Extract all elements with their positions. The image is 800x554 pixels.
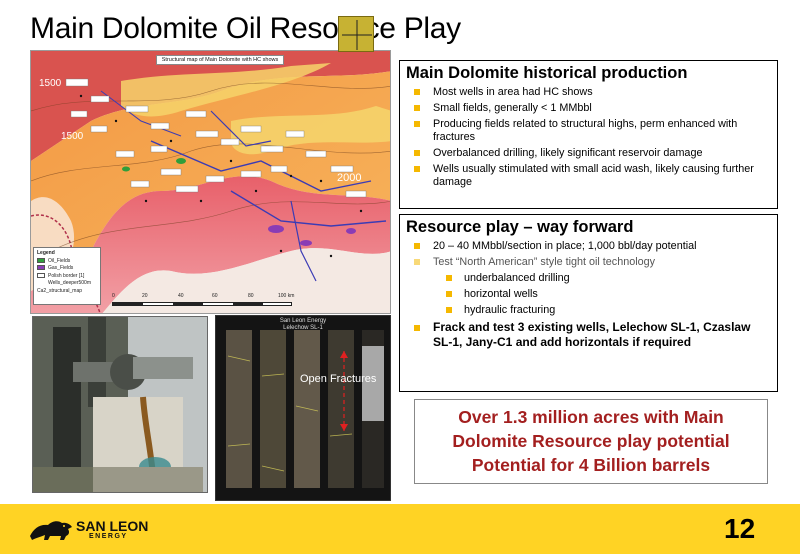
acreage-callout: Over 1.3 million acres with Main Dolomit… bbox=[414, 399, 768, 484]
border-swatch bbox=[37, 272, 45, 278]
scale-label: 20 bbox=[142, 293, 148, 299]
scale-bar-graphic bbox=[112, 302, 292, 306]
historical-production-box: Main Dolomite historical production Most… bbox=[399, 60, 778, 209]
way-forward-heading: Resource play – way forward bbox=[406, 218, 634, 236]
legend-label: Ca2_structural_map bbox=[37, 287, 83, 294]
sub-list-item: underbalanced drilling bbox=[406, 272, 771, 285]
list-item: Overbalanced drilling, likely significan… bbox=[406, 147, 771, 160]
scale-label: 80 bbox=[248, 293, 254, 299]
callout-line: Over 1.3 million acres with Main bbox=[458, 407, 724, 427]
slide-title: Main Dolomite Oil Resource Play bbox=[30, 12, 461, 45]
core-photo-graphic bbox=[216, 316, 390, 500]
sub-list-item: horizontal wells bbox=[406, 288, 771, 301]
legend-item-wells: Wells_deeper500m bbox=[37, 280, 97, 288]
wellhead-photo-graphic bbox=[33, 317, 207, 492]
map-title: Structural map of Main Dolomite with HC … bbox=[156, 55, 284, 65]
list-item: Test “North American” style tight oil te… bbox=[406, 256, 771, 269]
way-forward-list: 20 – 40 MMbbl/section in place; 1,000 bb… bbox=[406, 240, 771, 350]
wells-swatch bbox=[37, 280, 45, 286]
legend-title: Legend bbox=[37, 250, 55, 256]
callout-line: Potential for 4 Billion barrels bbox=[471, 455, 711, 475]
map-contour-label: 2000 bbox=[337, 172, 361, 184]
list-item: Small fields, generally < 1 MMbbl bbox=[406, 102, 771, 115]
legend-label: Polish border [1] bbox=[48, 272, 85, 279]
map-scale-bar: 0 20 40 60 80 100 km bbox=[112, 293, 297, 309]
scale-label: 60 bbox=[212, 293, 218, 299]
core-company: San Leon Energy bbox=[279, 318, 327, 324]
legend-item-oil: Oil_Fields bbox=[37, 258, 97, 266]
way-forward-box: Resource play – way forward 20 – 40 MMbb… bbox=[399, 214, 778, 392]
legend-label: Gas_Fields bbox=[48, 265, 74, 271]
legend-item-structural: Ca2_structural_map bbox=[37, 288, 97, 296]
compass-icon bbox=[338, 16, 374, 52]
legend-item-gas: Gas_Fields bbox=[37, 265, 97, 273]
list-item: Frack and test 3 existing wells, Lelecho… bbox=[406, 320, 771, 350]
scale-label: 40 bbox=[178, 293, 184, 299]
scale-label: 100 km bbox=[278, 293, 295, 299]
map-legend: Legend Oil_Fields Gas_Fields Polish bord… bbox=[33, 247, 101, 305]
sub-list-item: hydraulic fracturing bbox=[406, 304, 771, 317]
company-subtitle: ENERGY bbox=[89, 533, 128, 540]
lion-logo-icon bbox=[30, 521, 72, 540]
legend-label: Oil_Fields bbox=[48, 257, 71, 264]
list-item: Most wells in area had HC shows bbox=[406, 86, 771, 99]
open-fractures-label: Open Fractures bbox=[300, 373, 377, 385]
list-item: 20 – 40 MMbbl/section in place; 1,000 bb… bbox=[406, 240, 771, 253]
page-number: 12 bbox=[724, 513, 756, 544]
historical-production-list: Most wells in area had HC shows Small fi… bbox=[406, 86, 771, 189]
oil-swatch bbox=[37, 257, 45, 263]
list-item: Producing fields related to structural h… bbox=[406, 118, 771, 144]
map-contour-label: 1500 bbox=[61, 131, 84, 142]
wellhead-photo bbox=[32, 316, 208, 493]
core-header: San Leon Energy Lelechow SL-1 bbox=[216, 316, 390, 332]
company-name: SAN LEON bbox=[76, 518, 149, 534]
gas-swatch bbox=[37, 265, 45, 271]
scale-label: 0 bbox=[112, 293, 115, 299]
historical-production-heading: Main Dolomite historical production bbox=[406, 64, 688, 82]
legend-label: Wells_deeper500m bbox=[48, 280, 91, 286]
footer-bar: SAN LEON ENERGY 12 bbox=[0, 504, 800, 554]
legend-item-border: Polish border [1] bbox=[37, 273, 97, 281]
map-contour-label: 1500 bbox=[39, 78, 62, 89]
core-well: Lelechow SL-1 bbox=[283, 325, 323, 331]
list-item: Wells usually stimulated with small acid… bbox=[406, 163, 771, 189]
callout-line: Dolomite Resource play potential bbox=[452, 431, 730, 451]
core-photo: San Leon Energy Lelechow SL-1 bbox=[215, 315, 391, 501]
